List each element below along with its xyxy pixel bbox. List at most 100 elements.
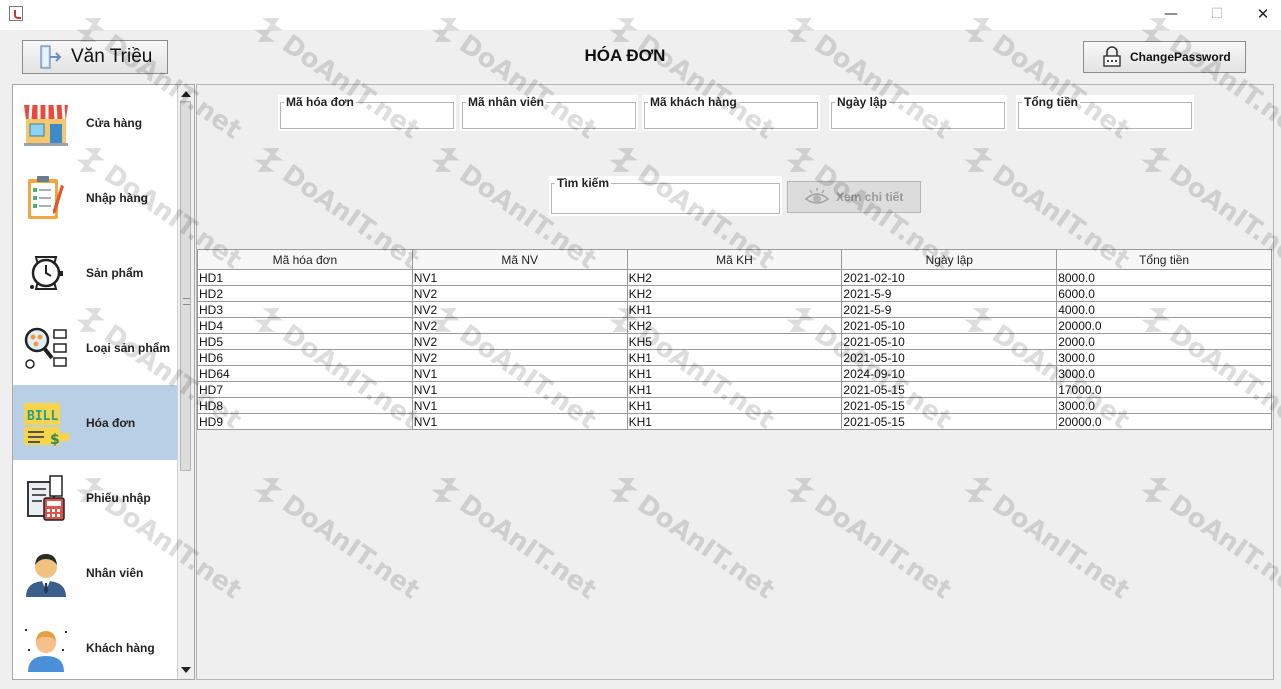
table-cell[interactable]: HD9	[197, 413, 413, 430]
ma-hoa-don-field[interactable]: Mã hóa đơn	[278, 95, 456, 131]
table-cell[interactable]: KH1	[626, 413, 843, 430]
table-cell[interactable]: 2021-5-9	[841, 285, 1058, 302]
table-cell[interactable]: 2021-05-15	[841, 397, 1058, 414]
tong-tien-legend: Tổng tiền	[1022, 95, 1080, 109]
sidebar-item-phieu-nhap[interactable]: Phiếu nhập	[13, 460, 178, 535]
table-cell[interactable]: KH2	[626, 269, 843, 286]
table-row[interactable]: HD7 NV1 KH1 2021-05-15 17000.0	[197, 381, 1272, 398]
table-cell[interactable]: 2021-05-15	[841, 381, 1058, 398]
table-cell[interactable]: KH1	[626, 365, 843, 382]
java-app-icon	[9, 6, 23, 21]
table-cell[interactable]: NV2	[411, 333, 628, 350]
invoice-table-container: Mã hóa đơn Mã NV Mã KH Ngày lập Tổng tiề…	[197, 249, 1273, 679]
table-cell[interactable]: HD2	[197, 285, 413, 302]
svg-text:BILL: BILL	[27, 409, 58, 424]
table-row[interactable]: HD9 NV1 KH1 2021-05-15 20000.0	[197, 413, 1272, 430]
table-row[interactable]: HD64 NV1 KH1 2024-09-10 3000.0	[197, 365, 1272, 382]
table-row[interactable]: HD6 NV2 KH1 2021-05-10 3000.0	[197, 349, 1272, 366]
tim-kiem-field[interactable]: Tìm kiếm	[549, 176, 782, 216]
maximize-button[interactable]: ☐	[1202, 4, 1232, 24]
sidebar-item-khach-hang[interactable]: Khách hàng	[13, 610, 178, 679]
table-cell[interactable]: NV1	[411, 269, 628, 286]
table-cell[interactable]: 2021-5-9	[841, 301, 1058, 318]
table-cell[interactable]: 2000.0	[1056, 333, 1272, 350]
table-cell[interactable]: HD7	[197, 381, 413, 398]
table-cell[interactable]: HD64	[197, 365, 413, 382]
table-header-row: Mã hóa đơn Mã NV Mã KH Ngày lập Tổng tiề…	[197, 249, 1272, 270]
table-cell[interactable]: KH1	[626, 349, 843, 366]
table-row[interactable]: HD2 NV2 KH2 2021-5-9 6000.0	[197, 285, 1272, 302]
table-cell[interactable]: 6000.0	[1056, 285, 1272, 302]
svg-text:$: $	[50, 432, 60, 448]
table-row[interactable]: HD3 NV2 KH1 2021-5-9 4000.0	[197, 301, 1272, 318]
sidebar-item-hoa-don[interactable]: BILL $ Hóa đơn	[13, 385, 178, 460]
table-cell[interactable]: KH2	[626, 317, 843, 334]
table-cell[interactable]: KH2	[626, 285, 843, 302]
table-cell[interactable]: 17000.0	[1056, 381, 1272, 398]
sidebar-item-loai-san-pham[interactable]: Loại sản phẩm	[13, 310, 178, 385]
table-row[interactable]: HD5 NV2 KH5 2021-05-10 2000.0	[197, 333, 1272, 350]
table-cell[interactable]: 20000.0	[1056, 317, 1272, 334]
table-cell[interactable]: 2021-05-15	[841, 413, 1058, 430]
table-cell[interactable]: 2024-09-10	[841, 365, 1058, 382]
sidebar-item-label: Nhân viên	[86, 565, 144, 580]
table-cell[interactable]: 2021-05-10	[841, 317, 1058, 334]
minimize-button[interactable]: —	[1156, 4, 1186, 24]
table-cell[interactable]: 2021-02-10	[841, 269, 1058, 286]
close-button[interactable]: ✕	[1248, 4, 1278, 24]
table-cell[interactable]: NV1	[411, 397, 628, 414]
table-cell[interactable]: NV2	[411, 349, 628, 366]
user-name-label: Văn Triều	[71, 46, 153, 67]
scroll-up-arrow-icon[interactable]	[181, 91, 191, 97]
table-cell[interactable]: KH5	[626, 333, 843, 350]
table-cell[interactable]: 8000.0	[1056, 269, 1272, 286]
table-cell[interactable]: 2021-05-10	[841, 349, 1058, 366]
view-detail-button[interactable]: Xem chi tiết	[787, 181, 921, 213]
table-cell[interactable]: HD6	[197, 349, 413, 366]
table-cell[interactable]: KH1	[626, 301, 843, 318]
table-cell[interactable]: NV1	[411, 381, 628, 398]
table-cell[interactable]: HD5	[197, 333, 413, 350]
column-header-tong-tien[interactable]: Tổng tiền	[1056, 249, 1272, 270]
table-cell[interactable]: 2021-05-10	[841, 333, 1058, 350]
sidebar-item-nhan-vien[interactable]: Nhân viên	[13, 535, 178, 610]
column-header-ma-kh[interactable]: Mã KH	[626, 249, 843, 270]
table-cell[interactable]: KH1	[626, 397, 843, 414]
sidebar-item-cua-hang[interactable]: Cửa hàng	[13, 85, 178, 160]
sidebar-item-nhap-hang[interactable]: Nhập hàng	[13, 160, 178, 235]
ma-nhan-vien-field[interactable]: Mã nhân viên	[460, 95, 638, 131]
table-cell[interactable]: 4000.0	[1056, 301, 1272, 318]
column-header-ngay-lap[interactable]: Ngày lập	[841, 249, 1058, 270]
column-header-ma-nv[interactable]: Mã NV	[411, 249, 628, 270]
table-cell[interactable]: HD4	[197, 317, 413, 334]
scroll-down-arrow-icon[interactable]	[181, 667, 191, 673]
table-cell[interactable]: 20000.0	[1056, 413, 1272, 430]
user-logout-button[interactable]: Văn Triều	[22, 40, 168, 74]
sidebar-item-san-pham[interactable]: Sản phẩm	[13, 235, 178, 310]
table-cell[interactable]: NV1	[411, 365, 628, 382]
table-cell[interactable]: NV2	[411, 317, 628, 334]
tong-tien-field[interactable]: Tổng tiền	[1016, 95, 1194, 131]
table-row[interactable]: HD4 NV2 KH2 2021-05-10 20000.0	[197, 317, 1272, 334]
ma-khach-hang-field[interactable]: Mã khách hàng	[642, 95, 820, 131]
table-row[interactable]: HD1 NV1 KH2 2021-02-10 8000.0	[197, 269, 1272, 286]
change-password-button[interactable]: ChangePassword	[1083, 41, 1246, 73]
table-row[interactable]: HD8 NV1 KH1 2021-05-15 3000.0	[197, 397, 1272, 414]
table-cell[interactable]: 3000.0	[1056, 397, 1272, 414]
table-cell[interactable]: 3000.0	[1056, 349, 1272, 366]
table-cell[interactable]: HD1	[197, 269, 413, 286]
page-title: HÓA ĐƠN	[584, 46, 666, 65]
table-cell[interactable]: HD3	[197, 301, 413, 318]
ngay-lap-legend: Ngày lập	[835, 95, 890, 109]
scrollbar-thumb[interactable]	[180, 101, 191, 471]
table-cell[interactable]: NV2	[411, 285, 628, 302]
table-cell[interactable]: KH1	[626, 381, 843, 398]
table-cell[interactable]: HD8	[197, 397, 413, 414]
column-header-ma-hoa-don[interactable]: Mã hóa đơn	[197, 249, 413, 270]
sidebar-scrollbar[interactable]	[177, 85, 194, 679]
ngay-lap-field[interactable]: Ngày lập	[829, 95, 1007, 131]
table-cell[interactable]: NV2	[411, 301, 628, 318]
table-cell[interactable]: NV1	[411, 413, 628, 430]
sidebar-item-label: Khách hàng	[86, 640, 155, 655]
table-cell[interactable]: 3000.0	[1056, 365, 1272, 382]
